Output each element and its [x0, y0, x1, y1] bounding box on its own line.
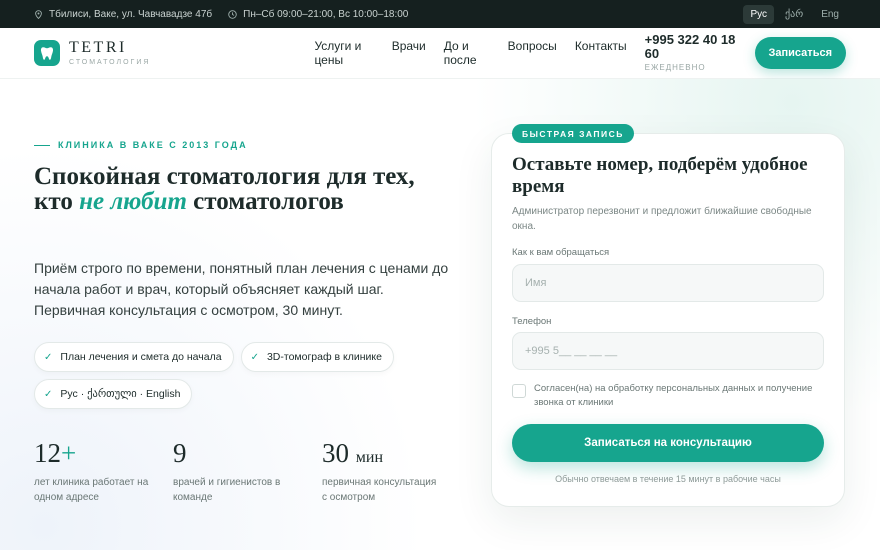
tooth-logo-icon [34, 40, 60, 66]
submit-button[interactable]: Записаться на консультацию [512, 424, 824, 462]
contact-info: Тбилиси, Ваке, ул. Чавчавадзе 47б Пн–Сб … [34, 9, 408, 20]
language-switcher: Рус ქარ Eng [743, 4, 846, 24]
stat-number: 9 [173, 438, 187, 468]
logo[interactable]: TETRI СТОМАТОЛОГИЯ [34, 40, 150, 66]
chip-label: Рус · ქართული · English [60, 388, 181, 400]
quick-booking-badge: БЫСТРАЯ ЗАПИСЬ [512, 124, 634, 143]
eyebrow-text: КЛИНИКА В ВАКЕ С 2013 ГОДА [58, 140, 248, 150]
book-button[interactable]: Записаться [754, 37, 846, 69]
form-description: Администратор перезвонит и предложит бли… [512, 206, 812, 232]
hours-item: Пн–Сб 09:00–21:00, Вс 10:00–18:00 [228, 9, 408, 20]
headline-accent: не любит [79, 188, 187, 215]
stat-doctors: 9 врачей и гигиенистов в команде [173, 440, 312, 505]
stat-suffix: мин [355, 449, 383, 466]
lang-ru[interactable]: Рус [743, 4, 775, 24]
hero-headline: Спокойная стоматология для тех, кто не л… [34, 164, 454, 214]
consent-checkbox[interactable] [512, 384, 526, 398]
chip-label: План лечения и смета до начала [60, 351, 222, 363]
phone-block[interactable]: +995 322 40 18 60 ЕЖЕДНЕВНО [644, 32, 743, 73]
stat-label: первичная консультация с осмотром [322, 477, 437, 503]
main-nav: Услуги и цены Врачи До и после Вопросы К… [314, 39, 626, 67]
top-info-bar: Тбилиси, Ваке, ул. Чавчавадзе 47б Пн–Сб … [0, 0, 880, 28]
headline-end: стоматологов [186, 188, 344, 215]
stat-years: 12+ лет клиника работает на одном адресе [34, 440, 173, 505]
stat-number: 12 [34, 438, 61, 468]
nav-faq[interactable]: Вопросы [508, 39, 557, 67]
address-item: Тбилиси, Ваке, ул. Чавчавадзе 47б [34, 9, 212, 20]
consent-row: Согласен(на) на обработку персональных д… [512, 382, 822, 410]
hero-eyebrow: КЛИНИКА В ВАКЕ С 2013 ГОДА [34, 140, 248, 150]
name-placeholder: Имя [525, 277, 547, 289]
stat-label: лет клиника работает на одном адресе [34, 477, 149, 503]
form-title: Оставьте номер, подберём удобное время [512, 154, 808, 197]
stat-label: врачей и гигиенистов в команде [173, 477, 281, 503]
stats-row: 12+ лет клиника работает на одном адресе… [34, 440, 452, 505]
lang-en[interactable]: Eng [814, 5, 846, 24]
nav-contacts[interactable]: Контакты [575, 39, 627, 67]
nav-before-after[interactable]: До и после [444, 39, 490, 67]
stat-number: 30 [322, 438, 349, 468]
lang-ka[interactable]: ქარ [778, 5, 810, 24]
check-icon: ✓ [44, 388, 53, 400]
location-pin-icon [35, 9, 42, 19]
feature-chip: ✓ Рус · ქართული · English [34, 379, 193, 409]
phone-placeholder: +995 5__ __ __ __ [525, 345, 618, 357]
hours-text: Пн–Сб 09:00–21:00, Вс 10:00–18:00 [243, 8, 409, 20]
feature-chip: ✓ План лечения и смета до начала [34, 342, 234, 372]
clock-icon [228, 9, 237, 19]
logo-name: TETRI [69, 39, 127, 56]
feature-chips: ✓ План лечения и смета до начала ✓ 3D-то… [34, 342, 434, 409]
stat-value: 12+ [34, 440, 173, 467]
phone-caption: ЕЖЕДНЕВНО [644, 63, 706, 73]
logo-subtitle: СТОМАТОЛОГИЯ [69, 59, 151, 66]
nav-doctors[interactable]: Врачи [392, 39, 426, 67]
address-text: Тбилиси, Ваке, ул. Чавчавадзе 47б [49, 8, 213, 20]
hero-lead: Приём строго по времени, понятный план л… [34, 260, 449, 318]
name-label: Как к вам обращаться [512, 247, 610, 258]
stat-value: 30 мин [322, 440, 452, 467]
response-note: Обычно отвечаем в течение 15 минут в раб… [555, 474, 781, 484]
stat-suffix: + [61, 438, 77, 468]
check-icon: ✓ [44, 351, 53, 363]
feature-chip: ✓ 3D-томограф в клинике [240, 342, 394, 372]
nav-services[interactable]: Услуги и цены [314, 39, 373, 67]
name-input[interactable]: Имя [512, 264, 824, 302]
consent-text: Согласен(на) на обработку персональных д… [534, 383, 813, 408]
phone-number[interactable]: +995 322 40 18 60 [645, 32, 743, 62]
check-icon: ✓ [250, 351, 259, 363]
site-header: TETRI СТОМАТОЛОГИЯ Услуги и цены Врачи Д… [0, 28, 880, 79]
stat-consultation: 30 мин первичная консультация с осмотром [322, 440, 452, 505]
stat-value: 9 [173, 440, 312, 467]
logo-text: TETRI СТОМАТОЛОГИЯ [69, 39, 151, 67]
chip-label: 3D-томограф в клинике [266, 351, 382, 363]
phone-input[interactable]: +995 5__ __ __ __ [512, 332, 824, 370]
eyebrow-line [34, 144, 50, 146]
phone-label: Телефон [512, 316, 552, 327]
